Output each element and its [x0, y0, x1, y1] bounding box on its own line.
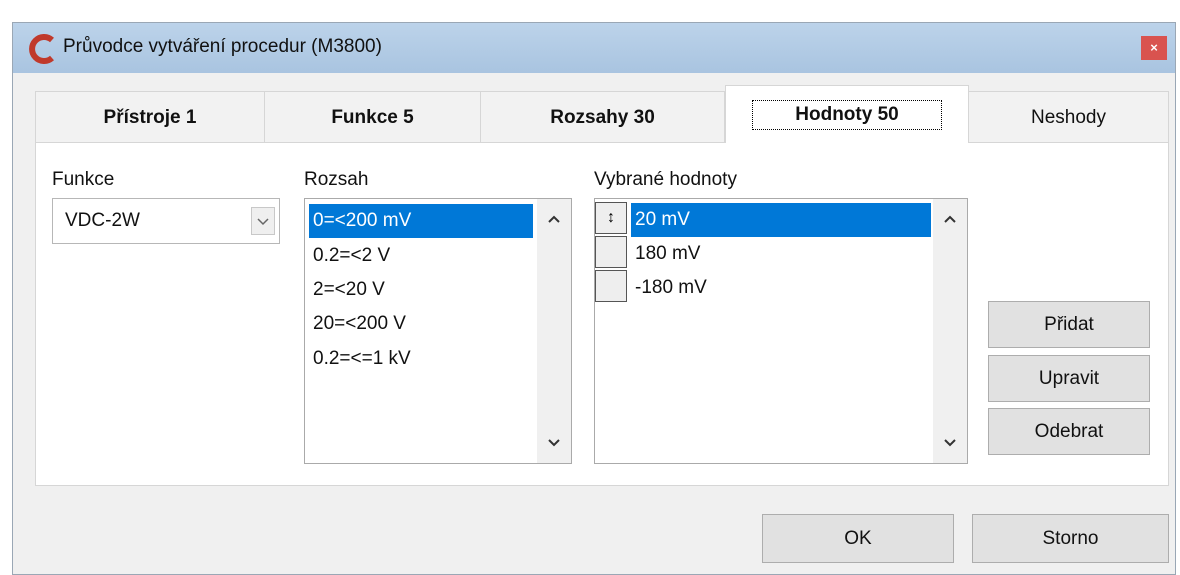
selected-values-listbox[interactable]: ↕ 20 mV 180 mV -180 mV — [594, 198, 968, 464]
app-logo-icon — [29, 34, 54, 64]
tab-mismatches[interactable]: Neshody — [968, 91, 1169, 143]
range-item[interactable]: 2=<20 V — [309, 273, 533, 307]
close-button[interactable]: × — [1141, 36, 1167, 60]
chevron-down-icon[interactable] — [546, 435, 562, 451]
function-label: Funkce — [52, 169, 115, 190]
value-item[interactable]: 20 mV — [631, 203, 931, 237]
dialog-window: Průvodce vytváření procedur (M3800) × Př… — [12, 22, 1176, 575]
row-marker — [595, 236, 627, 268]
range-scrollbar[interactable] — [537, 199, 571, 463]
tab-instruments[interactable]: Přístroje 1 — [35, 91, 265, 143]
combobox-dropdown-button[interactable] — [251, 207, 275, 235]
chevron-up-icon[interactable] — [942, 211, 958, 227]
range-item[interactable]: 0.2=<=1 kV — [309, 342, 533, 376]
tab-ranges[interactable]: Rozsahy 30 — [480, 91, 725, 143]
window-title: Průvodce vytváření procedur (M3800) — [63, 36, 382, 57]
tab-bar: Přístroje 1 Funkce 5 Rozsahy 30 Hodnoty … — [35, 85, 1169, 143]
selected-values-label: Vybrané hodnoty — [594, 169, 737, 190]
title-bar[interactable]: Průvodce vytváření procedur (M3800) × — [13, 23, 1175, 73]
chevron-down-icon[interactable] — [942, 435, 958, 451]
range-listbox[interactable]: 0=<200 mV 0.2=<2 V 2=<20 V 20=<200 V 0.2… — [304, 198, 572, 464]
tab-values[interactable]: Hodnoty 50 — [725, 85, 969, 143]
chevron-up-icon[interactable] — [546, 211, 562, 227]
tab-values-label: Hodnoty 50 — [752, 100, 942, 130]
remove-button[interactable]: Odebrat — [988, 408, 1150, 455]
ok-button[interactable]: OK — [762, 514, 954, 563]
add-button[interactable]: Přidat — [988, 301, 1150, 348]
value-item[interactable]: 180 mV — [631, 237, 931, 271]
chevron-down-icon — [257, 218, 269, 226]
cancel-button[interactable]: Storno — [972, 514, 1169, 563]
range-item[interactable]: 0.2=<2 V — [309, 239, 533, 273]
row-marker — [595, 270, 627, 302]
range-label: Rozsah — [304, 169, 369, 190]
edit-button[interactable]: Upravit — [988, 355, 1150, 402]
value-item[interactable]: -180 mV — [631, 271, 931, 305]
drag-handle-icon[interactable]: ↕ — [595, 202, 627, 234]
values-scrollbar[interactable] — [933, 199, 967, 463]
range-item[interactable]: 0=<200 mV — [309, 204, 533, 238]
function-value: VDC-2W — [65, 210, 140, 231]
range-item[interactable]: 20=<200 V — [309, 307, 533, 341]
function-combobox[interactable]: VDC-2W — [52, 198, 280, 244]
tab-functions[interactable]: Funkce 5 — [264, 91, 481, 143]
